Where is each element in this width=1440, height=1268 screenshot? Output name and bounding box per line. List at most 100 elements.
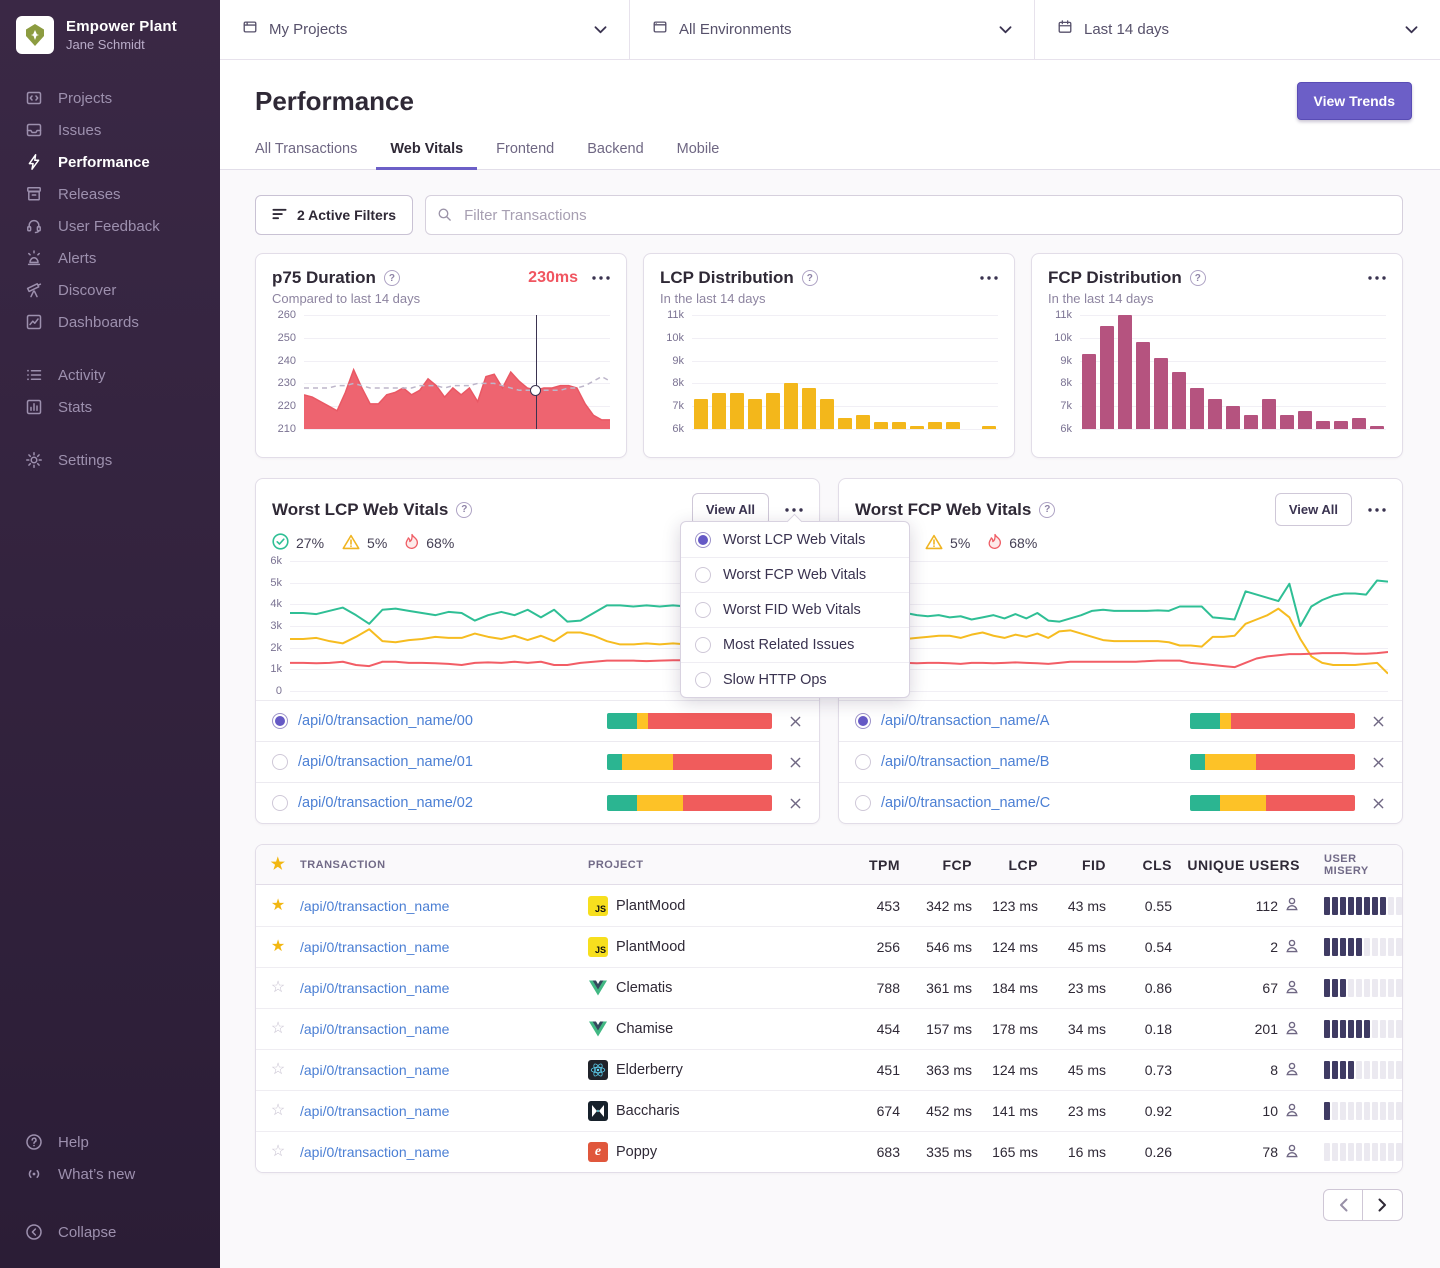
sidebar-item-help[interactable]: Help — [0, 1126, 220, 1158]
tab-mobile[interactable]: Mobile — [663, 133, 734, 170]
close-icon[interactable] — [788, 755, 803, 770]
star-icon[interactable]: ☆ — [256, 1021, 300, 1037]
sidebar-item-releases[interactable]: Releases — [0, 178, 220, 210]
sidebar-item-alerts[interactable]: Alerts — [0, 242, 220, 274]
previous-page-button[interactable] — [1323, 1189, 1363, 1221]
next-page-button[interactable] — [1363, 1189, 1403, 1221]
transaction-link[interactable]: /api/0/transaction_name — [300, 1103, 588, 1119]
fcp-value: 342 ms — [900, 898, 972, 914]
date-range-dropdown[interactable]: Last 14 days — [1035, 0, 1440, 59]
transaction-link[interactable]: /api/0/transaction_name — [300, 1062, 588, 1078]
transaction-link[interactable]: /api/0/transaction_name/A — [881, 713, 1190, 729]
transaction-link[interactable]: /api/0/transaction_name/01 — [298, 754, 607, 770]
close-icon[interactable] — [1371, 796, 1386, 811]
column-header[interactable]: FCP — [900, 857, 972, 873]
sidebar-item-discover[interactable]: Discover — [0, 274, 220, 306]
view-trends-button[interactable]: View Trends — [1297, 82, 1412, 120]
column-header[interactable]: TPM — [838, 857, 900, 873]
menu-item[interactable]: Worst LCP Web Vitals — [681, 522, 909, 557]
tab-backend[interactable]: Backend — [573, 133, 657, 170]
help-icon[interactable]: ? — [802, 270, 818, 286]
sidebar-item-activity[interactable]: Activity — [0, 359, 220, 391]
tab-all-transactions[interactable]: All Transactions — [241, 133, 371, 170]
close-icon[interactable] — [788, 796, 803, 811]
lcp-value: 141 ms — [972, 1103, 1038, 1119]
column-header[interactable]: UNIQUE USERS — [1172, 857, 1300, 873]
column-header[interactable]: CLS — [1106, 857, 1172, 873]
radio-button[interactable] — [695, 672, 711, 688]
help-icon[interactable]: ? — [1190, 270, 1206, 286]
transaction-link[interactable]: /api/0/transaction_name — [300, 1144, 588, 1160]
user-icon — [1284, 1020, 1300, 1039]
help-icon[interactable]: ? — [456, 502, 472, 518]
ellipsis-menu-icon[interactable] — [592, 272, 610, 284]
view-all-button[interactable]: View All — [1275, 493, 1352, 526]
tab-web-vitals[interactable]: Web Vitals — [376, 133, 477, 170]
environment-filter-dropdown[interactable]: All Environments — [630, 0, 1035, 59]
close-icon[interactable] — [1371, 714, 1386, 729]
transaction-link[interactable]: /api/0/transaction_name/B — [881, 754, 1190, 770]
star-icon[interactable]: ★ — [256, 939, 300, 955]
column-header[interactable]: PROJECT — [588, 859, 838, 871]
menu-item[interactable]: Most Related Issues — [681, 627, 909, 662]
star-icon[interactable]: ☆ — [256, 1144, 300, 1160]
radio-button[interactable] — [272, 754, 288, 770]
project-filter-dropdown[interactable]: My Projects — [220, 0, 630, 59]
radio-button[interactable] — [695, 567, 711, 583]
radio-button[interactable] — [272, 713, 288, 729]
sidebar-item-collapse[interactable]: Collapse — [0, 1216, 220, 1248]
active-filters-button[interactable]: 2 Active Filters — [255, 195, 413, 235]
transaction-link[interactable]: /api/0/transaction_name — [300, 1021, 588, 1037]
sidebar-item-whats-new[interactable]: What’s new — [0, 1158, 220, 1190]
menu-item[interactable]: Worst FCP Web Vitals — [681, 557, 909, 592]
column-header[interactable]: USER MISERY — [1300, 853, 1402, 877]
column-header[interactable]: LCP — [972, 857, 1038, 873]
menu-item[interactable]: Worst FID Web Vitals — [681, 592, 909, 627]
transaction-link[interactable]: /api/0/transaction_name/C — [881, 795, 1190, 811]
chevron-down-icon — [594, 21, 607, 39]
radio-button[interactable] — [272, 795, 288, 811]
org-switcher[interactable]: Empower Plant Jane Schmidt — [0, 16, 220, 54]
star-icon[interactable]: ☆ — [256, 1062, 300, 1078]
ellipsis-menu-icon[interactable] — [1368, 504, 1386, 516]
sidebar-item-label: Dashboards — [58, 314, 139, 331]
sidebar-item-user-feedback[interactable]: User Feedback — [0, 210, 220, 242]
project-cell: JS PlantMood — [588, 937, 838, 957]
column-header[interactable]: TRANSACTION — [300, 859, 588, 871]
cls-value: 0.73 — [1106, 1062, 1172, 1078]
transaction-link[interactable]: /api/0/transaction_name — [300, 939, 588, 955]
help-icon[interactable]: ? — [384, 270, 400, 286]
project-name: Baccharis — [616, 1103, 680, 1119]
menu-item[interactable]: Slow HTTP Ops — [681, 662, 909, 697]
radio-button[interactable] — [695, 532, 711, 548]
radio-button[interactable] — [855, 713, 871, 729]
close-icon[interactable] — [1371, 755, 1386, 770]
search-input[interactable] — [425, 195, 1403, 235]
radio-button[interactable] — [855, 795, 871, 811]
sidebar-item-projects[interactable]: Projects — [0, 82, 220, 114]
ellipsis-menu-icon[interactable] — [980, 272, 998, 284]
close-icon[interactable] — [788, 714, 803, 729]
radio-button[interactable] — [695, 637, 711, 653]
p75-area-chart[interactable]: 260250240230220210 — [272, 315, 610, 429]
transaction-link[interactable]: /api/0/transaction_name/02 — [298, 795, 607, 811]
tab-frontend[interactable]: Frontend — [482, 133, 568, 170]
column-header[interactable]: FID — [1038, 857, 1106, 873]
star-icon[interactable]: ☆ — [256, 1103, 300, 1119]
ellipsis-menu-icon[interactable] — [1368, 272, 1386, 284]
radio-button[interactable] — [695, 602, 711, 618]
sidebar-item-performance[interactable]: Performance — [0, 146, 220, 178]
help-icon[interactable]: ? — [1039, 502, 1055, 518]
star-icon[interactable]: ★ — [256, 898, 300, 914]
sidebar-item-issues[interactable]: Issues — [0, 114, 220, 146]
radio-button[interactable] — [855, 754, 871, 770]
sidebar-item-settings[interactable]: Settings — [0, 444, 220, 476]
transaction-link[interactable]: /api/0/transaction_name/00 — [298, 713, 607, 729]
sidebar-item-dashboards[interactable]: Dashboards — [0, 306, 220, 338]
star-icon[interactable]: ☆ — [256, 980, 300, 996]
transaction-link[interactable]: /api/0/transaction_name — [300, 980, 588, 996]
star-column-header[interactable]: ★ — [256, 857, 300, 873]
transaction-link[interactable]: /api/0/transaction_name — [300, 898, 588, 914]
sidebar-item-label: Settings — [58, 452, 112, 469]
sidebar-item-stats[interactable]: Stats — [0, 391, 220, 423]
